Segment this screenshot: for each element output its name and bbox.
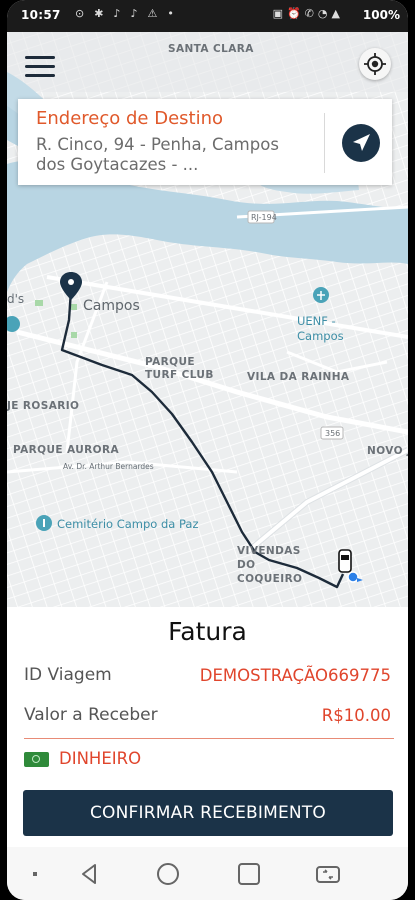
car-marker [338, 549, 352, 573]
destination-card[interactable]: Endereço de Destino R. Cinco, 94 - Penha… [18, 99, 392, 185]
map-label-mcdonalds: d's [7, 292, 25, 306]
map-label-novo-j: NOVO J [367, 445, 408, 457]
status-bar: 10:57 ⊙✱♪♪⚠• ▣⏰✆◔▲ 100% [7, 0, 408, 32]
home-icon[interactable] [155, 861, 181, 887]
payment-method: DINHEIRO [59, 749, 142, 768]
map-label-campos: Campos [83, 298, 140, 314]
crosshair-icon [364, 53, 386, 75]
confirm-receipt-button[interactable]: CONFIRMAR RECEBIMENTO [23, 790, 393, 836]
map-label-parque-turf-club: PARQUE TURF CLUB [145, 356, 214, 381]
invoice-title: Fatura [168, 617, 247, 646]
map-label-santa-clara: SANTA CLARA [168, 43, 254, 55]
system-icons: ▣⏰✆◔▲ [272, 7, 344, 20]
destination-address: R. Cinco, 94 - Penha, Campos dos Goytaca… [36, 135, 279, 174]
notification-icons: ⊙✱♪♪⚠• [75, 7, 184, 20]
current-location-dot [347, 571, 359, 583]
cash-icon [24, 752, 49, 767]
trip-id-label: ID Viagem [24, 665, 112, 685]
navigate-button[interactable] [342, 124, 380, 162]
map-label-parque-aurora: PARQUE AURORA [13, 444, 119, 456]
invoice-panel: Fatura ID Viagem DEMOSTRAÇÃO669775 Valor… [7, 607, 408, 847]
dot-icon[interactable] [22, 861, 48, 887]
menu-icon[interactable] [25, 56, 55, 78]
navigation-arrow-icon [353, 134, 370, 151]
amount-value: R$10.00 [321, 706, 391, 725]
destination-divider [324, 113, 325, 173]
locate-me-button[interactable] [359, 48, 391, 80]
status-time: 10:57 [21, 8, 61, 22]
map-label-vila-da-rainha: VILA DA RAINHA [247, 371, 350, 383]
amount-label: Valor a Receber [24, 705, 158, 725]
map-label-uenf: UENF - Campos [297, 314, 344, 343]
road-shield-356: 356 [325, 429, 341, 438]
map-label-vivendas: VIVENDAS DO COQUEIRO [237, 545, 303, 585]
map-label-street: Av. Dr. Arthur Bernardes [63, 462, 154, 471]
map-label-cemiterio: Cemitério Campo da Paz [57, 517, 199, 531]
back-icon[interactable] [77, 861, 103, 887]
trip-id-value: DEMOSTRAÇÃO669775 [199, 666, 391, 685]
invoice-divider [24, 738, 394, 739]
switch-app-icon[interactable] [315, 861, 341, 887]
battery-level: 100% [362, 8, 400, 22]
app-screen: 10:57 ⊙✱♪♪⚠• ▣⏰✆◔▲ 100% SANTA CLARA Camp… [7, 0, 408, 900]
road-shield-rj194: RJ-194 [251, 213, 277, 222]
system-nav-bar [7, 847, 408, 900]
destination-title: Endereço de Destino [36, 108, 224, 129]
recents-icon[interactable] [236, 861, 262, 887]
map-label-rosario: JE ROSARIO [7, 400, 80, 412]
